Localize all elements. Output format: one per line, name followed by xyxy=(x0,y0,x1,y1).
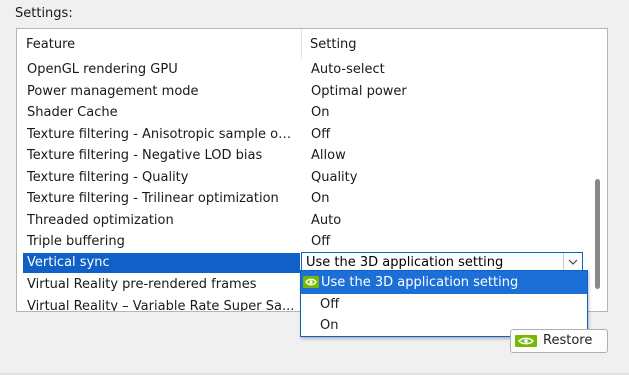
feature-name: Texture filtering - Anisotropic sample o… xyxy=(27,126,299,142)
feature-name: Virtual Reality – Variable Rate Super Sa… xyxy=(27,298,295,312)
settings-row[interactable]: Power management mode Optimal power xyxy=(17,81,589,103)
setting-value: On xyxy=(311,191,330,206)
option-label: Off xyxy=(320,297,340,312)
settings-row[interactable]: Shader Cache On xyxy=(17,102,589,124)
setting-value: Optimal power xyxy=(311,83,407,99)
setting-value: Allow xyxy=(311,148,346,163)
settings-row[interactable]: Texture filtering - Anisotropic sample o… xyxy=(17,124,589,146)
setting-value: Quality xyxy=(311,169,358,185)
feature-name: Shader Cache xyxy=(27,105,118,120)
setting-column-header[interactable]: Setting xyxy=(302,29,589,59)
settings-label: Settings: xyxy=(15,6,73,21)
settings-row[interactable]: Texture filtering - Negative LOD bias Al… xyxy=(17,145,589,167)
feature-name: Threaded optimization xyxy=(27,212,174,228)
option-label: On xyxy=(320,318,339,333)
setting-value: Off xyxy=(311,234,331,249)
dropdown-option[interactable]: Use the 3D application setting xyxy=(301,271,587,294)
setting-value: Auto-select xyxy=(311,62,385,77)
settings-row[interactable]: OpenGL rendering GPU Auto-select xyxy=(17,59,589,81)
setting-value: Off xyxy=(311,126,331,142)
feature-name: Triple buffering xyxy=(27,234,125,249)
feature-name: Vertical sync xyxy=(23,252,300,273)
settings-row[interactable]: Texture filtering - Quality Quality xyxy=(17,167,589,189)
feature-name: OpenGL rendering GPU xyxy=(27,62,178,77)
vertical-scrollbar[interactable] xyxy=(589,29,607,311)
combobox-value: Use the 3D application setting xyxy=(306,254,504,270)
feature-name: Texture filtering - Trilinear optimizati… xyxy=(27,191,279,206)
setting-value: On xyxy=(311,105,330,120)
feature-name: Texture filtering - Negative LOD bias xyxy=(27,148,263,163)
restore-label: Restore xyxy=(543,333,593,348)
list-header: Feature Setting xyxy=(17,29,589,59)
chevron-down-icon xyxy=(568,259,578,265)
feature-name: Texture filtering - Quality xyxy=(27,169,189,185)
nvidia-icon xyxy=(515,335,537,347)
dropdown-option[interactable]: Off xyxy=(301,294,587,315)
settings-row[interactable]: Threaded optimization Auto xyxy=(17,210,589,232)
nvidia-icon xyxy=(303,276,319,288)
vertical-sync-dropdown-list[interactable]: Use the 3D application setting Off On xyxy=(300,270,588,337)
restore-button[interactable]: Restore xyxy=(510,329,608,353)
setting-value: Auto xyxy=(311,212,342,228)
feature-column-header[interactable]: Feature xyxy=(17,29,302,59)
option-label: Use the 3D application setting xyxy=(321,275,519,290)
settings-row[interactable]: Texture filtering - Trilinear optimizati… xyxy=(17,188,589,210)
dropdown-button[interactable] xyxy=(563,252,582,272)
feature-name: Virtual Reality pre-rendered frames xyxy=(27,277,257,292)
settings-row[interactable]: Triple buffering Off xyxy=(17,231,589,253)
scrollbar-thumb[interactable] xyxy=(595,179,600,289)
feature-name: Power management mode xyxy=(27,83,199,99)
